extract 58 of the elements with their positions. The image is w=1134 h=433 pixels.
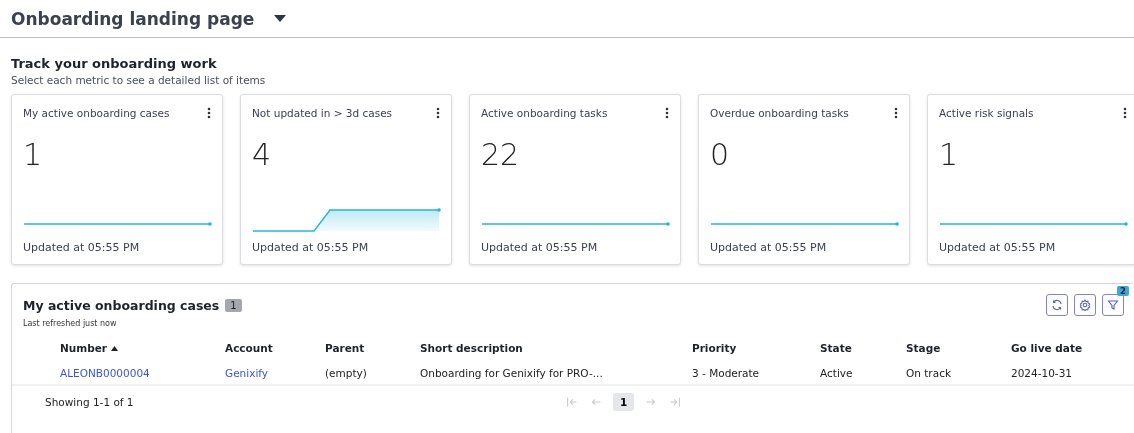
metric-updated-time: Updated at 05:55 PM — [252, 241, 370, 254]
table-cell: 3 - Moderate — [692, 367, 760, 379]
table-cell: 2024-10-31 — [1011, 367, 1073, 379]
metric-card[interactable]: Active onboarding tasks 22 Updated at 05:55 PM — [469, 94, 681, 265]
metric-label: Active onboarding tasks — [481, 107, 608, 119]
metric-label: Active risk signals — [939, 107, 1034, 119]
more-options-icon[interactable] — [894, 107, 898, 119]
metric-label: Overdue onboarding tasks — [710, 107, 849, 119]
refresh-icon — [1051, 299, 1063, 311]
column-header[interactable]: Priority — [692, 342, 737, 354]
table-cell: On track — [906, 367, 951, 379]
metric-updated-time: Updated at 05:55 PM — [23, 241, 141, 254]
sort-ascending-icon — [111, 345, 119, 351]
metric-value: 4 — [252, 137, 273, 172]
metric-card[interactable]: Not updated in > 3d cases 4 Updated at 05:55 PM — [240, 94, 452, 265]
section-title: Track your onboarding work — [11, 56, 218, 71]
count-badge: 1 — [225, 299, 242, 312]
column-header[interactable]: Number — [60, 342, 108, 354]
filter-button[interactable] — [1102, 294, 1124, 316]
settings-button[interactable] — [1074, 294, 1096, 316]
table-link[interactable]: ALEONB0000004 — [60, 367, 150, 379]
more-options-icon[interactable] — [207, 107, 211, 119]
settings-icon — [1079, 299, 1091, 311]
table-cell: Onboarding for Genixify for PRO-... — [420, 367, 603, 379]
metric-card[interactable]: Active risk signals 1 Updated at 05:55 PM — [927, 94, 1134, 265]
last-refreshed-text: Last refreshed just now — [23, 319, 118, 328]
metric-value: 1 — [23, 137, 44, 172]
metric-label: My active onboarding cases — [23, 107, 170, 119]
metric-value: 22 — [481, 137, 521, 172]
table-cell: Active — [820, 367, 853, 379]
more-options-icon[interactable] — [1123, 107, 1127, 119]
column-header[interactable]: Account — [225, 342, 273, 354]
column-header[interactable]: Stage — [906, 342, 941, 354]
page-button[interactable]: 1 — [613, 393, 635, 411]
dropdown-caret-icon[interactable] — [274, 15, 287, 23]
metric-value: 0 — [710, 137, 731, 172]
filter-icon — [1107, 299, 1119, 311]
column-header[interactable]: Parent — [325, 342, 365, 354]
metric-card[interactable]: Overdue onboarding tasks 0 Updated at 05:55 PM — [698, 94, 910, 265]
metric-value: 1 — [939, 137, 960, 172]
metric-updated-time: Updated at 05:55 PM — [939, 241, 1057, 254]
metric-label: Not updated in > 3d cases — [252, 107, 393, 119]
more-options-icon[interactable] — [665, 107, 669, 119]
filter-count-badge: 2 — [1117, 286, 1129, 296]
section-subtitle: Select each metric to see a detailed list of items — [11, 74, 267, 86]
more-options-icon[interactable] — [436, 107, 440, 119]
metric-updated-time: Updated at 05:55 PM — [481, 241, 599, 254]
column-header[interactable]: Go live date — [1011, 342, 1083, 354]
refresh-button[interactable] — [1046, 294, 1068, 316]
table-link[interactable]: Genixify — [225, 367, 269, 379]
metric-card[interactable]: My active onboarding cases 1 Updated at 05:55 PM — [11, 94, 223, 265]
table-cell: (empty) — [325, 367, 367, 379]
column-header[interactable]: State — [820, 342, 852, 354]
column-header[interactable]: Short description — [420, 342, 523, 354]
showing-count-text: Showing 1-1 of 1 — [45, 396, 135, 408]
metric-updated-time: Updated at 05:55 PM — [710, 241, 828, 254]
page-title: Onboarding landing page — [11, 8, 255, 29]
list-title: My active onboarding cases — [23, 298, 220, 313]
